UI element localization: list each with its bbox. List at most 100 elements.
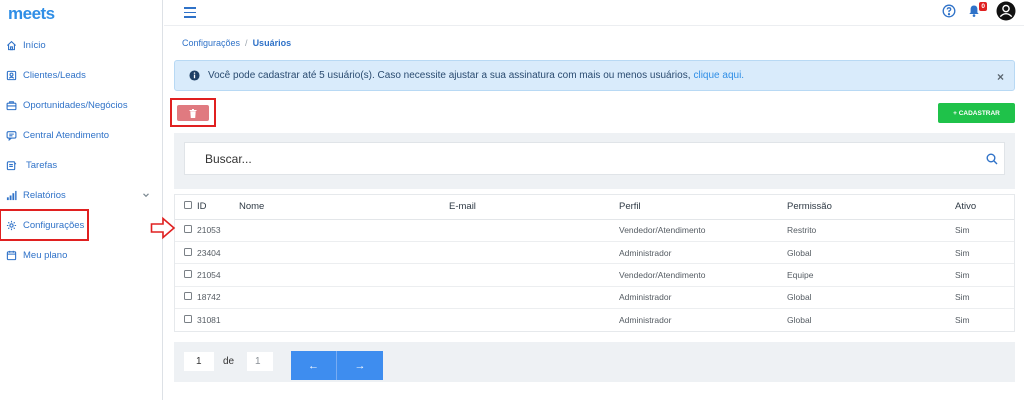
users-table-panel: ID Nome E-mail Perfil Permissão Ativo 21… <box>174 194 1015 332</box>
annotation-arrow-icon <box>150 216 176 240</box>
row-checkbox[interactable] <box>184 292 192 301</box>
next-page-button[interactable]: → <box>337 351 383 380</box>
sidebar-item-central-atendimento[interactable]: Central Atendimento <box>0 120 162 150</box>
row-checkbox[interactable] <box>184 315 192 323</box>
close-icon[interactable]: × <box>997 70 1004 84</box>
page-of-label: de <box>223 356 235 367</box>
cell-id: 18742 <box>197 286 239 310</box>
cell-id: 31081 <box>197 315 221 325</box>
pagination: 1 de 1 ← → <box>174 342 1015 382</box>
prev-page-button[interactable]: ← <box>291 351 337 380</box>
sidebar-nav: Início Clientes/Leads Oportunidades/Negó… <box>0 30 162 270</box>
breadcrumb: Configurações / Usuários <box>182 38 291 48</box>
contact-card-icon <box>6 70 17 81</box>
arrow-left-icon: ← <box>308 359 319 372</box>
column-header-ativo[interactable]: Ativo <box>955 195 1014 220</box>
sidebar-item-tarefas[interactable]: Tarefas <box>0 150 162 180</box>
column-header-nome[interactable]: Nome <box>239 195 449 220</box>
cell-permissao: Equipe <box>787 263 955 287</box>
alert-link[interactable]: clique aqui. <box>693 70 744 81</box>
select-all-checkbox[interactable] <box>184 201 192 210</box>
cell-email <box>449 219 619 242</box>
cell-nome <box>239 286 449 310</box>
cell-ativo: Sim <box>955 263 1014 287</box>
info-alert: Você pode cadastrar até 5 usuário(s). Ca… <box>174 60 1015 91</box>
sidebar-item-label: Início <box>23 39 46 51</box>
cell-perfil: Vendedor/Atendimento <box>619 263 787 287</box>
sidebar-item-configuracoes[interactable]: Configurações <box>0 209 89 241</box>
row-checkbox[interactable] <box>184 247 192 256</box>
table-header-row: ID Nome E-mail Perfil Permissão Ativo <box>175 195 1014 220</box>
help-icon[interactable] <box>942 4 956 18</box>
table-row[interactable]: 18742 Administrador Global Sim <box>175 286 1014 310</box>
cell-perfil: Administrador <box>619 241 787 265</box>
cell-email <box>449 241 619 265</box>
cell-permissao: Restrito <box>787 219 955 242</box>
home-icon <box>6 40 17 51</box>
add-user-button[interactable]: + CADASTRAR <box>938 103 1015 123</box>
bar-chart-icon <box>6 190 17 201</box>
cell-id: 21053 <box>197 219 239 242</box>
cell-nome <box>239 241 449 265</box>
search-input[interactable] <box>185 151 965 166</box>
calendar-icon <box>6 250 17 261</box>
sidebar-item-oportunidades[interactable]: Oportunidades/Negócios <box>0 90 162 120</box>
alert-text: Você pode cadastrar até 5 usuário(s). Ca… <box>208 70 691 81</box>
sidebar-item-label: Central Atendimento <box>23 129 110 141</box>
cell-id: 23404 <box>197 241 239 265</box>
table-row[interactable]: 21053 Vendedor/Atendimento Restrito Sim <box>175 219 1014 242</box>
sidebar-item-meu-plano[interactable]: Meu plano <box>0 240 162 270</box>
table-row[interactable]: 31081 Administrador Global Sim <box>175 309 1014 331</box>
arrow-right-icon: → <box>354 359 366 372</box>
user-avatar-icon[interactable] <box>996 1 1016 21</box>
menu-toggle-icon[interactable] <box>184 7 196 18</box>
row-checkbox[interactable] <box>184 225 192 234</box>
sidebar-item-label: Meu plano <box>23 249 68 261</box>
cell-id: 21054 <box>197 263 239 287</box>
delete-button-highlight <box>170 98 216 127</box>
table-row[interactable]: 23404 Administrador Global Sim <box>175 241 1014 265</box>
cell-ativo: Sim <box>955 219 1014 242</box>
sidebar-item-clientes-leads[interactable]: Clientes/Leads <box>0 60 162 90</box>
sidebar-item-relatorios[interactable]: Relatórios <box>0 180 162 210</box>
row-checkbox[interactable] <box>184 269 192 278</box>
cell-email <box>449 286 619 310</box>
cell-nome <box>239 309 449 331</box>
cell-ativo: Sim <box>955 241 1014 265</box>
table-row[interactable]: 21054 Vendedor/Atendimento Equipe Sim <box>175 263 1014 287</box>
cell-email <box>449 263 619 287</box>
sidebar-item-label: Configurações <box>23 219 85 231</box>
cell-perfil: Administrador <box>619 286 787 310</box>
column-header-permissao[interactable]: Permissão <box>787 195 955 220</box>
column-header-id[interactable]: ID <box>197 195 239 220</box>
app-logo[interactable]: meets <box>8 4 55 24</box>
top-bar: 0 <box>164 0 1024 26</box>
cell-perfil: Vendedor/Atendimento <box>619 219 787 242</box>
sidebar-item-inicio[interactable]: Início <box>0 30 162 60</box>
cell-email <box>449 309 619 331</box>
chat-icon <box>6 130 17 141</box>
page-number-input[interactable]: 1 <box>184 352 214 371</box>
users-table: ID Nome E-mail Perfil Permissão Ativo 21… <box>175 195 1014 331</box>
info-icon <box>189 70 200 81</box>
notification-badge: 0 <box>979 2 987 11</box>
cell-permissao: Global <box>787 286 955 310</box>
breadcrumb-parent[interactable]: Configurações <box>182 38 240 48</box>
tasks-icon <box>6 160 17 171</box>
cell-nome <box>239 263 449 287</box>
cell-permissao: Global <box>787 315 812 325</box>
cell-nome <box>239 219 449 242</box>
search-box <box>184 142 1005 175</box>
briefcase-icon <box>6 100 17 111</box>
column-header-email[interactable]: E-mail <box>449 195 619 220</box>
cell-ativo: Sim <box>955 286 1014 310</box>
sidebar-item-label: Tarefas <box>26 159 58 171</box>
chevron-down-icon[interactable] <box>142 191 150 199</box>
column-header-perfil[interactable]: Perfil <box>619 195 787 220</box>
sidebar-item-label: Oportunidades/Negócios <box>23 99 128 111</box>
breadcrumb-separator: / <box>245 38 248 48</box>
trash-icon <box>189 108 197 118</box>
delete-button[interactable] <box>177 105 209 121</box>
search-icon[interactable] <box>986 153 998 165</box>
gear-icon <box>6 220 17 231</box>
